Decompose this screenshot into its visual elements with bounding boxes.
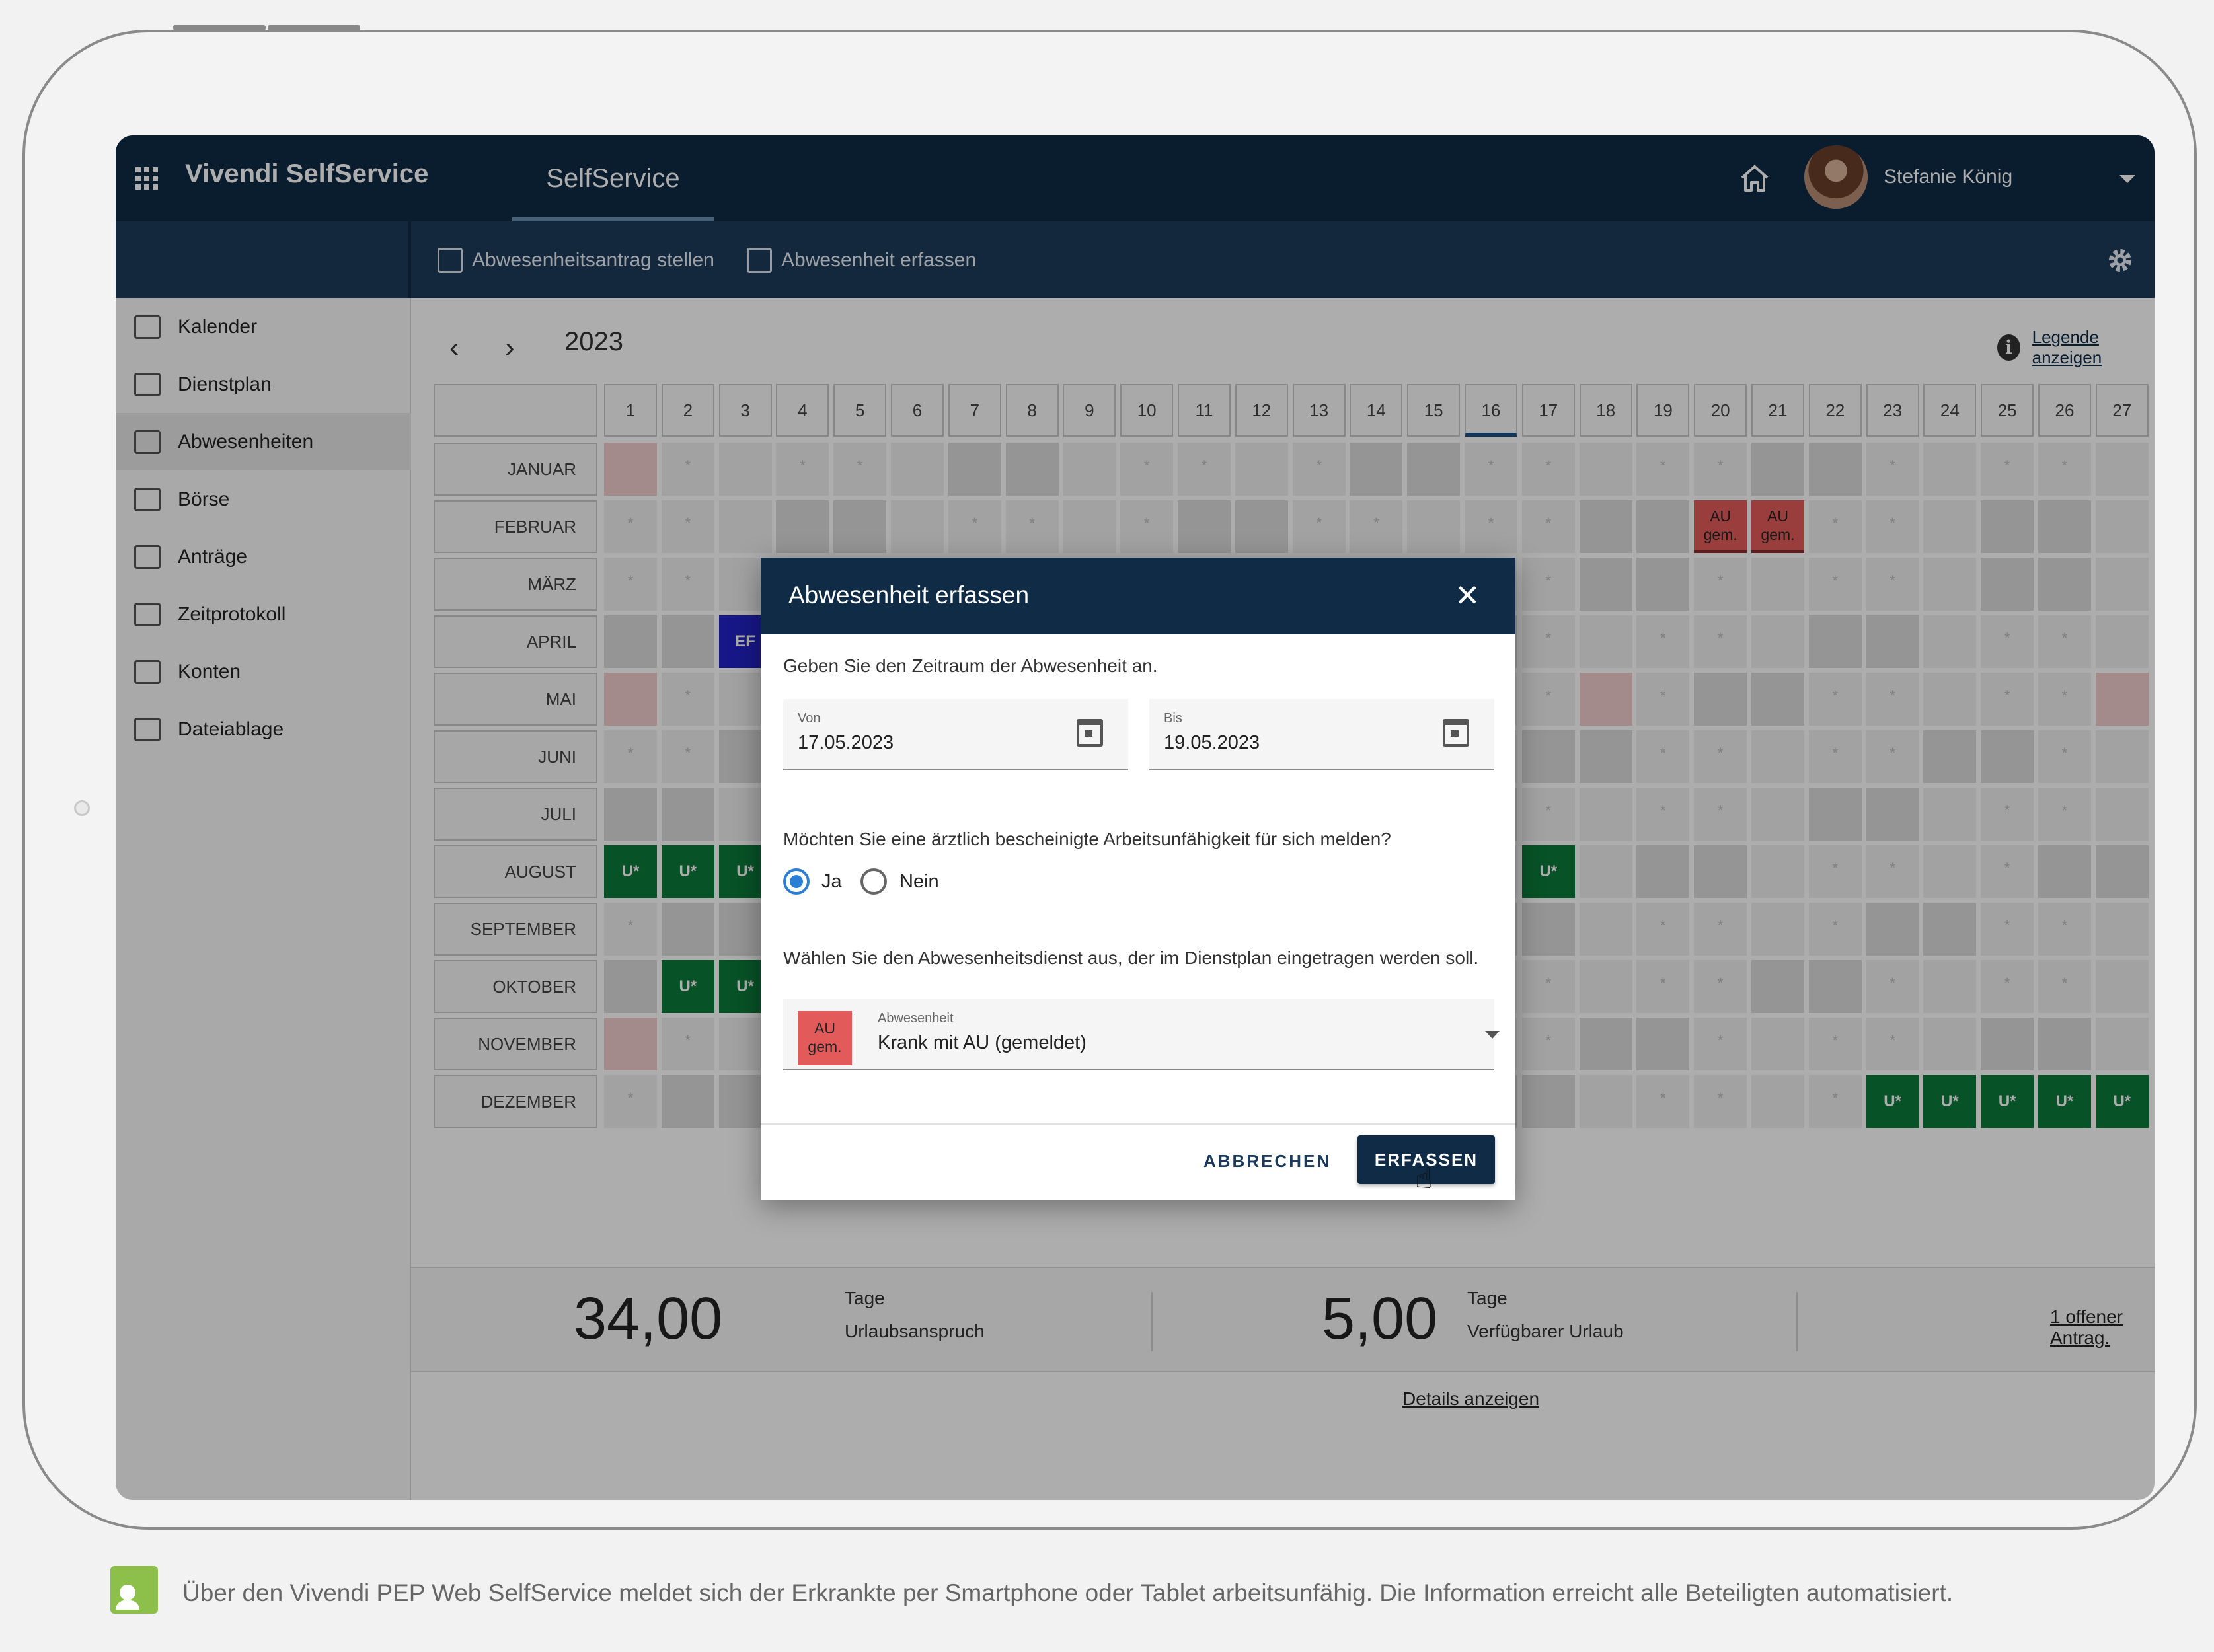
calendar-icon[interactable] <box>1077 719 1103 747</box>
select-value: Krank mit AU (gemeldet) <box>878 1032 1087 1053</box>
badge-line-1: AU <box>814 1020 835 1037</box>
cancel-button[interactable]: ABBRECHEN <box>1203 1151 1331 1172</box>
select-label: Abwesenheit <box>878 1011 954 1026</box>
absence-service-select[interactable]: AU gem. Abwesenheit Krank mit AU (gemeld… <box>783 999 1500 1070</box>
tablet-camera <box>74 800 90 816</box>
hand-cursor-icon: ☝ <box>1415 1162 1433 1195</box>
radio-yes[interactable] <box>783 868 810 895</box>
user-info-icon <box>110 1566 158 1614</box>
radio-yes-label[interactable]: Ja <box>821 871 842 893</box>
from-date-label: Von <box>798 711 821 726</box>
from-date-value: 17.05.2023 <box>798 732 894 753</box>
au-question: Möchten Sie eine ärztlich bescheinigte A… <box>783 829 1391 849</box>
to-date-label: Bis <box>1164 711 1182 726</box>
caption-text: Über den Vivendi PEP Web SelfService mel… <box>182 1579 1954 1606</box>
calendar-icon[interactable] <box>1443 719 1469 747</box>
radio-no-label[interactable]: Nein <box>899 871 939 893</box>
dialog-footer-divider <box>761 1123 1515 1125</box>
service-prompt: Wählen Sie den Abwesenheitsdienst aus, d… <box>783 948 1479 968</box>
app-screen: Vivendi SelfService SelfService Stefanie… <box>116 135 2155 1500</box>
dialog-title: Abwesenheit erfassen <box>788 582 1030 609</box>
to-date-field[interactable]: Bis 19.05.2023 <box>1149 699 1494 770</box>
page: Vivendi SelfService SelfService Stefanie… <box>0 0 2214 1652</box>
chevron-down-icon[interactable] <box>1485 1031 1500 1039</box>
to-date-value: 19.05.2023 <box>1164 732 1260 753</box>
au-gem-badge: AU gem. <box>798 1011 852 1065</box>
radio-no[interactable] <box>860 868 887 895</box>
dialog-header: Abwesenheit erfassen ✕ <box>761 558 1515 634</box>
badge-line-2: gem. <box>808 1038 842 1055</box>
record-absence-dialog: Abwesenheit erfassen ✕ Geben Sie den Zei… <box>761 558 1515 1200</box>
period-prompt: Geben Sie den Zeitraum der Abwesenheit a… <box>783 656 1158 676</box>
from-date-field[interactable]: Von 17.05.2023 <box>783 699 1128 770</box>
tablet-frame: Vivendi SelfService SelfService Stefanie… <box>22 30 2197 1530</box>
close-icon[interactable]: ✕ <box>1455 580 1480 611</box>
